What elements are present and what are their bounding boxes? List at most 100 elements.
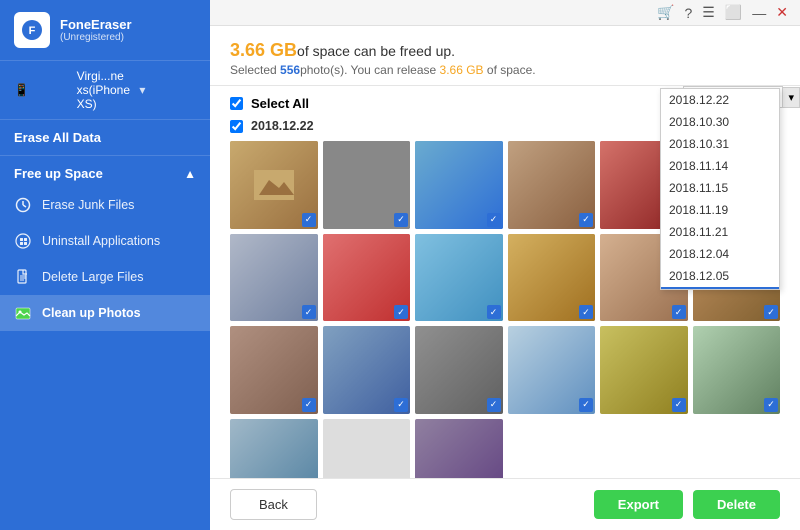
clean-photos-label: Clean up Photos xyxy=(42,306,141,320)
dropdown-item-6[interactable]: 2018.11.21 xyxy=(661,221,779,243)
header-title: 3.66 GBof space can be freed up. xyxy=(230,40,536,61)
device-label: Virgi...ne xs(iPhone XS) xyxy=(77,69,134,111)
selected-count: 556 xyxy=(280,63,300,77)
title-suffix: of space can be freed up. xyxy=(297,43,455,59)
photo-thumb-19[interactable]: ✓ xyxy=(230,419,318,479)
app-name: FoneEraser xyxy=(60,17,132,33)
sub-mid: . You can release xyxy=(344,63,439,77)
section-title: Free up Space xyxy=(14,166,103,181)
photo-checkbox-10[interactable]: ✓ xyxy=(579,305,593,319)
app-logo: F xyxy=(14,12,50,48)
photo-grid-row4: ✓ ✓ ✓ xyxy=(230,419,780,479)
photo-checkbox-2[interactable]: ✓ xyxy=(394,213,408,227)
photo-checkbox-8[interactable]: ✓ xyxy=(394,305,408,319)
photo-thumb-15[interactable]: ✓ xyxy=(415,326,503,414)
select-all-label: Select All xyxy=(251,96,309,111)
select-all-checkbox[interactable] xyxy=(230,97,243,110)
photo-thumb-16[interactable]: ✓ xyxy=(508,326,596,414)
dropdown-arrow[interactable]: ▾ xyxy=(783,87,800,108)
photo-checkbox-17[interactable]: ✓ xyxy=(672,398,686,412)
clock-icon xyxy=(14,196,32,214)
sidebar-item-uninstall[interactable]: Uninstall Applications xyxy=(0,223,210,259)
photo-thumb-21[interactable]: ✓ xyxy=(415,419,503,479)
dropdown-item-8[interactable]: 2018.12.05 xyxy=(661,265,779,287)
main-header: 3.66 GBof space can be freed up. Selecte… xyxy=(210,26,800,86)
collapse-icon[interactable]: ▲ xyxy=(184,167,196,181)
image-icon xyxy=(14,304,32,322)
delete-button[interactable]: Delete xyxy=(693,490,780,519)
photo-thumb-20[interactable]: ✓ xyxy=(323,419,411,479)
date-group-checkbox[interactable] xyxy=(230,120,243,133)
sidebar: F FoneEraser (Unregistered) 📱 Virgi...ne… xyxy=(0,0,210,530)
export-button[interactable]: Export xyxy=(594,490,683,519)
minimize-icon[interactable]: — xyxy=(752,5,766,21)
sub-unit: photo(s) xyxy=(300,63,344,77)
photo-thumb-3[interactable]: ✓ xyxy=(415,141,503,229)
dropdown-item-3[interactable]: 2018.11.14 xyxy=(661,155,779,177)
dropdown-item-2[interactable]: 2018.10.31 xyxy=(661,133,779,155)
cart-icon[interactable]: 🛒 xyxy=(657,4,674,21)
sub-pre: Selected xyxy=(230,63,280,77)
photo-thumb-8[interactable]: ✓ xyxy=(323,234,411,322)
photo-thumb-9[interactable]: ✓ xyxy=(415,234,503,322)
close-icon[interactable]: ✕ xyxy=(776,4,788,21)
main-content: 3.66 GBof space can be freed up. Selecte… xyxy=(210,26,800,530)
dropdown-list: 2018.12.22 2018.10.30 2018.10.31 2018.11… xyxy=(661,89,779,289)
question-icon[interactable]: ? xyxy=(684,5,692,21)
photo-checkbox-3[interactable]: ✓ xyxy=(487,213,501,227)
photo-grid-row3: ✓ ✓ ✓ ✓ ✓ ✓ xyxy=(230,326,780,414)
content-area: Select All 2018.12.22 ▾ 2018.12.22 2018.… xyxy=(210,86,800,478)
photo-checkbox-14[interactable]: ✓ xyxy=(394,398,408,412)
release-size: 3.66 GB xyxy=(440,63,484,77)
photo-thumb-2[interactable]: ✓ xyxy=(323,141,411,229)
photo-thumb-17[interactable]: ✓ xyxy=(600,326,688,414)
erase-all-item[interactable]: Erase All Data xyxy=(0,120,210,156)
device-icon: 📱 xyxy=(14,83,71,97)
menu-icon[interactable]: ☰ xyxy=(702,4,715,21)
window-icon[interactable]: ⬜ xyxy=(725,4,742,21)
photo-checkbox-9[interactable]: ✓ xyxy=(487,305,501,319)
back-button[interactable]: Back xyxy=(230,489,317,520)
photo-checkbox-4[interactable]: ✓ xyxy=(579,213,593,227)
svg-text:F: F xyxy=(29,25,36,37)
erase-junk-label: Erase Junk Files xyxy=(42,198,134,212)
photo-checkbox-13[interactable]: ✓ xyxy=(302,398,316,412)
photo-checkbox-11[interactable]: ✓ xyxy=(672,305,686,319)
dropdown-item-9[interactable]: 2018.12.22 xyxy=(661,287,779,289)
app-unregistered: (Unregistered) xyxy=(60,32,132,43)
sidebar-item-erase-junk[interactable]: Erase Junk Files xyxy=(0,187,210,223)
photo-thumb-1[interactable]: ✓ xyxy=(230,141,318,229)
sub-post: of space. xyxy=(484,63,536,77)
photo-checkbox-16[interactable]: ✓ xyxy=(579,398,593,412)
photo-checkbox-18[interactable]: ✓ xyxy=(764,398,778,412)
photo-checkbox-7[interactable]: ✓ xyxy=(302,305,316,319)
photo-thumb-10[interactable]: ✓ xyxy=(508,234,596,322)
date-dropdown: 2018.12.22 2018.10.30 2018.10.31 2018.11… xyxy=(660,88,780,290)
dropdown-item-0[interactable]: 2018.12.22 xyxy=(661,89,779,111)
dropdown-item-5[interactable]: 2018.11.19 xyxy=(661,199,779,221)
photo-checkbox-15[interactable]: ✓ xyxy=(487,398,501,412)
photo-thumb-18[interactable]: ✓ xyxy=(693,326,781,414)
photo-thumb-7[interactable]: ✓ xyxy=(230,234,318,322)
photo-thumb-13[interactable]: ✓ xyxy=(230,326,318,414)
sidebar-item-delete-large[interactable]: Delete Large Files xyxy=(0,259,210,295)
main-wrapper: 🛒 ? ☰ ⬜ — ✕ 3.66 GBof space can be freed… xyxy=(210,0,800,530)
date-group-text: 2018.12.22 xyxy=(251,119,314,133)
dropdown-item-1[interactable]: 2018.10.30 xyxy=(661,111,779,133)
grid-icon xyxy=(14,232,32,250)
space-size: 3.66 GB xyxy=(230,40,297,60)
photo-checkbox-1[interactable]: ✓ xyxy=(302,213,316,227)
dropdown-item-7[interactable]: 2018.12.04 xyxy=(661,243,779,265)
photo-thumb-14[interactable]: ✓ xyxy=(323,326,411,414)
device-selector[interactable]: 📱 Virgi...ne xs(iPhone XS) ▾ xyxy=(0,61,210,120)
chevron-down-icon: ▾ xyxy=(139,83,196,97)
footer: Back Export Delete xyxy=(210,478,800,530)
footer-actions: Export Delete xyxy=(594,490,780,519)
photo-thumb-4[interactable]: ✓ xyxy=(508,141,596,229)
sidebar-item-clean-photos[interactable]: Clean up Photos xyxy=(0,295,210,331)
photo-checkbox-12[interactable]: ✓ xyxy=(764,305,778,319)
dropdown-item-4[interactable]: 2018.11.15 xyxy=(661,177,779,199)
delete-large-label: Delete Large Files xyxy=(42,270,143,284)
app-header: F FoneEraser (Unregistered) xyxy=(0,0,210,61)
header-sub: Selected 556photo(s). You can release 3.… xyxy=(230,63,536,77)
